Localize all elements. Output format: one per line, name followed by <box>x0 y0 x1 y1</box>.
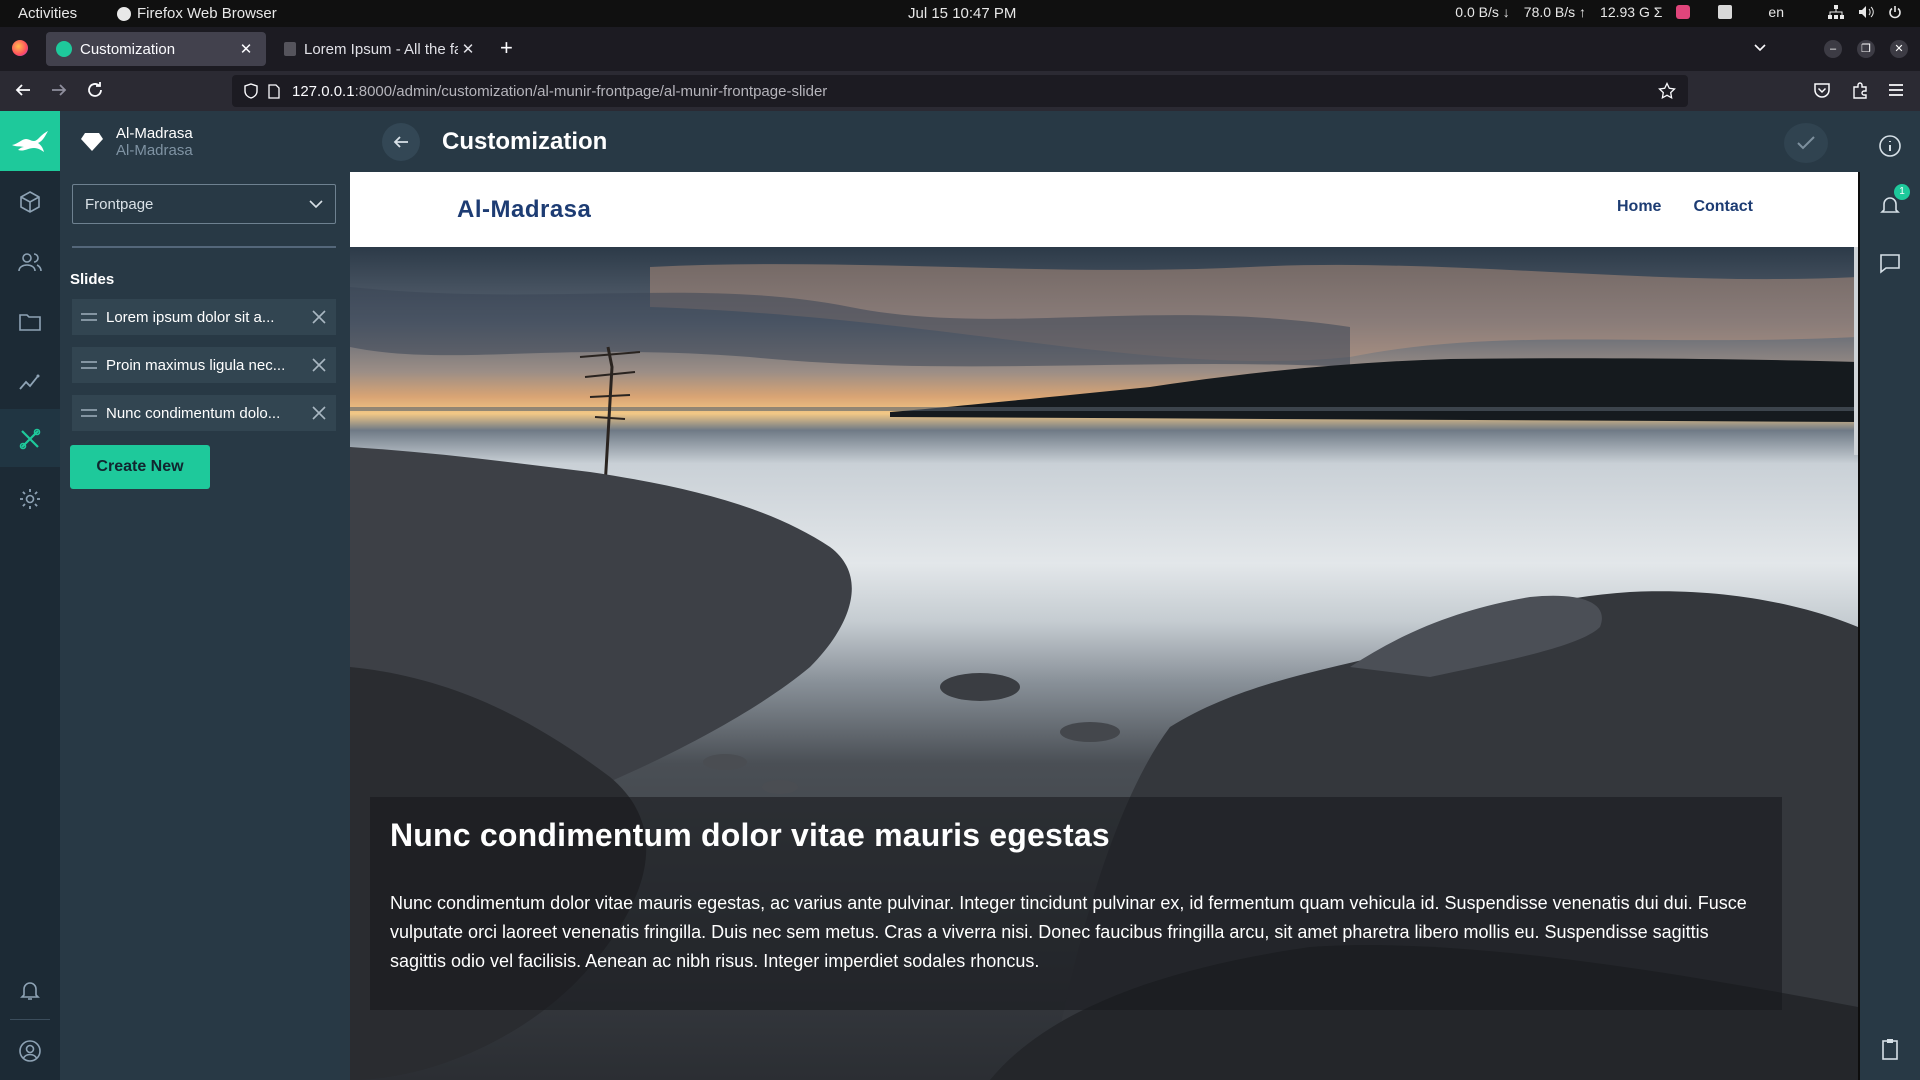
memory-usage: 12.93 G Σ <box>1600 4 1663 20</box>
close-tab-icon[interactable]: ✕ <box>458 40 478 58</box>
insights-chart-icon[interactable] <box>18 370 42 394</box>
slide-item[interactable]: Nunc condimentum dolo... <box>72 395 336 431</box>
tab-strip: Customization ✕ Lorem Ipsum - All the fa… <box>0 27 1920 71</box>
users-icon[interactable] <box>18 250 42 274</box>
tab-lorem-ipsum[interactable]: Lorem Ipsum - All the fac ✕ <box>274 32 488 66</box>
list-all-tabs-icon[interactable] <box>1752 39 1768 55</box>
close-tab-icon[interactable]: ✕ <box>236 40 256 58</box>
address-bar[interactable]: 127.0.0.1:8000/admin/customization/al-mu… <box>232 75 1688 107</box>
bookmark-star-icon[interactable] <box>1658 82 1676 100</box>
clipboard-icon[interactable] <box>1878 1037 1902 1061</box>
remove-slide-icon[interactable] <box>302 406 336 420</box>
site-name: Al-Madrasa <box>116 125 193 142</box>
tab-title: Customization <box>80 40 176 58</box>
page-select[interactable]: Frontpage <box>72 184 336 224</box>
customization-sidebar: Al-Madrasa Al-Madrasa Frontpage Slides L… <box>60 111 350 1080</box>
hero-slide-image: Nunc condimentum dolor vitae mauris eges… <box>350 247 1858 1080</box>
lorem-favicon-icon <box>284 42 296 56</box>
volume-icon[interactable] <box>1858 5 1874 19</box>
new-tab-icon[interactable]: + <box>500 37 513 59</box>
language-indicator[interactable]: en <box>1768 4 1784 20</box>
power-icon[interactable] <box>1888 5 1902 19</box>
pocket-icon[interactable] <box>1813 81 1831 99</box>
content-cube-icon[interactable] <box>18 190 42 214</box>
drag-handle-icon[interactable] <box>72 313 106 321</box>
minimize-window-icon[interactable]: – <box>1824 40 1842 58</box>
preview-nav-contact[interactable]: Contact <box>1693 198 1753 216</box>
app-logo-icon[interactable] <box>0 111 60 171</box>
tab-title: Lorem Ipsum - All the fac <box>304 40 458 58</box>
page-info-icon[interactable] <box>268 83 280 99</box>
maximize-window-icon[interactable]: ❐ <box>1857 40 1875 58</box>
navigation-toolbar: 127.0.0.1:8000/admin/customization/al-mu… <box>0 71 1920 111</box>
preview-scrollbar[interactable] <box>1854 247 1858 455</box>
tracking-shield-icon[interactable] <box>244 83 258 99</box>
url-host: 127.0.0.1 <box>292 82 355 100</box>
firefox-view-icon[interactable] <box>12 40 28 56</box>
drag-handle-icon[interactable] <box>72 409 106 417</box>
slide-item[interactable]: Lorem ipsum dolor sit a... <box>72 299 336 335</box>
customization-favicon-icon <box>56 41 72 57</box>
app-name: Firefox Web Browser <box>137 5 277 22</box>
tab-customization[interactable]: Customization ✕ <box>46 32 266 66</box>
activities-button[interactable]: Activities <box>18 5 77 22</box>
slides-heading: Slides <box>70 271 115 288</box>
checkmark-icon <box>1797 136 1815 150</box>
caption-text: Nunc condimentum dolor vitae mauris eges… <box>390 893 1747 971</box>
forward-arrow-icon[interactable] <box>50 81 68 99</box>
extensions-icon[interactable] <box>1851 81 1869 99</box>
site-subtitle: Al-Madrasa <box>116 142 193 159</box>
remove-slide-icon[interactable] <box>302 358 336 372</box>
info-icon[interactable] <box>1878 134 1902 158</box>
system-top-bar: Activities Firefox Web Browser Jul 15 10… <box>0 0 1920 27</box>
site-preview: Al-Madrasa Home Contact Nunc condimentum… <box>350 172 1860 1080</box>
slide-item[interactable]: Proin maximus ligula nec... <box>72 347 336 383</box>
comments-icon[interactable] <box>1878 252 1902 276</box>
url-path: :8000/admin/customization/al-munir-front… <box>354 82 828 100</box>
caption-title: Nunc condimentum dolor vitae mauris eges… <box>390 817 1110 853</box>
customization-main: Customization Al-Madrasa Home Contact Nu… <box>350 111 1860 1080</box>
network-icon[interactable] <box>1828 5 1844 19</box>
page-title: Customization <box>442 128 608 155</box>
folder-icon[interactable] <box>18 310 42 334</box>
notification-count-badge: 1 <box>1894 184 1910 200</box>
site-diamond-icon <box>80 132 104 152</box>
reload-icon[interactable] <box>86 81 104 99</box>
rail-divider <box>10 1019 50 1020</box>
slide-caption: Nunc condimentum dolor vitae mauris eges… <box>370 797 1782 1010</box>
notifications-bell-icon[interactable] <box>18 978 42 1002</box>
remove-slide-icon[interactable] <box>302 310 336 324</box>
drag-handle-icon[interactable] <box>72 361 106 369</box>
main-header: Customization <box>350 111 1860 172</box>
net-up: 78.0 B/s ↑ <box>1523 4 1587 20</box>
create-new-button[interactable]: Create New <box>70 445 210 489</box>
user-account-icon[interactable] <box>18 1039 42 1063</box>
slide-label: Proin maximus ligula nec... <box>106 356 286 374</box>
slide-label: Lorem ipsum dolor sit a... <box>106 308 275 326</box>
app-menu[interactable]: Firefox Web Browser <box>117 5 277 22</box>
back-arrow-icon[interactable] <box>14 81 32 99</box>
page-select-value: Frontpage <box>85 195 154 213</box>
clock[interactable]: Jul 15 10:47 PM <box>908 5 1016 22</box>
close-window-icon[interactable]: ✕ <box>1890 40 1908 58</box>
app-indicator-icon[interactable] <box>1676 5 1691 19</box>
site-switcher[interactable]: Al-Madrasa Al-Madrasa <box>80 125 193 159</box>
save-button[interactable] <box>1784 123 1828 163</box>
panel-divider <box>72 246 336 248</box>
net-down: 0.0 B/s ↓ <box>1455 4 1510 20</box>
hamburger-menu-icon[interactable] <box>1887 81 1905 99</box>
settings-gear-icon[interactable] <box>18 487 42 511</box>
customization-tools-icon[interactable] <box>18 427 42 451</box>
calendar-indicator-icon[interactable] <box>1718 5 1733 19</box>
arrow-left-icon <box>393 136 408 148</box>
chevron-down-icon <box>309 199 323 209</box>
slide-label: Nunc condimentum dolo... <box>106 404 281 422</box>
app-nav-rail <box>0 111 60 1080</box>
firefox-icon <box>117 6 131 21</box>
back-button[interactable] <box>382 123 420 161</box>
right-rail: 1 <box>1860 111 1920 1080</box>
preview-navbar: Al-Madrasa Home Contact <box>350 172 1858 247</box>
preview-nav-home[interactable]: Home <box>1617 198 1661 216</box>
preview-brand[interactable]: Al-Madrasa <box>457 196 591 224</box>
